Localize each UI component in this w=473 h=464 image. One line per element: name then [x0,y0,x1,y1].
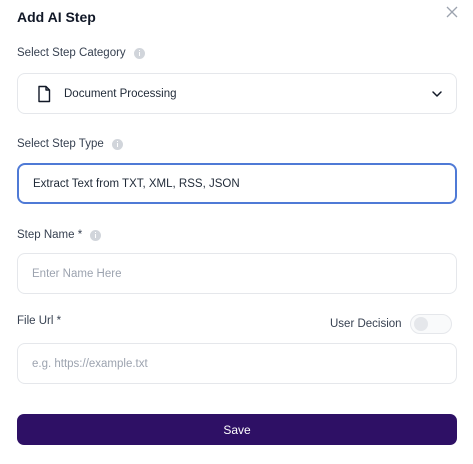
user-decision-label: User Decision [330,318,402,330]
file-url-input[interactable] [18,357,456,370]
step-category-label-text: Select Step Category [17,47,126,59]
add-ai-step-dialog: Add AI Step Select Step Category Documen… [0,0,473,464]
info-icon[interactable] [90,229,102,241]
step-name-input[interactable] [18,267,456,280]
user-decision-toggle[interactable] [409,314,452,334]
close-icon[interactable] [445,5,459,19]
step-type-select[interactable]: Extract Text from TXT, XML, RSS, JSON [17,163,457,204]
step-category-label: Select Step Category [17,47,145,59]
step-type-label-text: Select Step Type [17,138,104,150]
file-url-field[interactable] [17,343,457,384]
step-name-label-text: Step Name * [17,229,83,241]
step-type-value: Extract Text from TXT, XML, RSS, JSON [33,177,240,190]
document-icon [38,85,51,102]
file-url-label: File Url * [17,315,61,327]
dialog-title: Add AI Step [17,9,96,25]
info-icon[interactable] [133,47,145,59]
save-button[interactable]: Save [17,414,457,445]
step-category-value: Document Processing [64,87,177,100]
user-decision-control: User Decision [330,314,452,334]
toggle-knob [413,317,428,331]
file-url-label-text: File Url * [17,315,62,327]
step-type-label: Select Step Type [17,138,123,150]
chevron-down-icon[interactable] [431,88,443,100]
step-name-label: Step Name * [17,229,102,241]
step-name-field[interactable] [17,253,457,294]
step-category-select[interactable]: Document Processing [17,73,457,114]
info-icon[interactable] [111,138,123,150]
